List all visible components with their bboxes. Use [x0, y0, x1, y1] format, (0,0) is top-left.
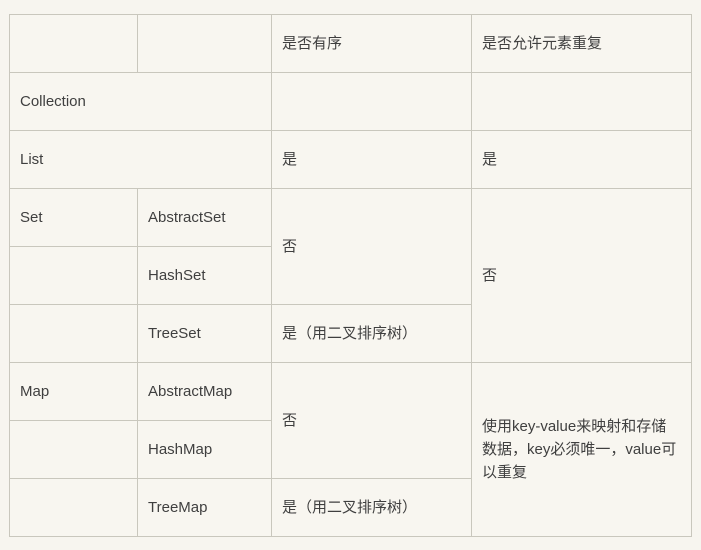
table-row-collection: Collection	[9, 72, 692, 131]
cell-duplicates-map-group: 使用key-value来映射和存储数据，key必须唯一，value可以重复	[471, 362, 692, 537]
cell-ordered-collection	[271, 72, 472, 131]
cell-type-collection: Collection	[9, 72, 272, 131]
cell-ordered-map-group: 否	[271, 362, 472, 479]
cell-impl-hashmap: HashMap	[137, 420, 272, 479]
table-row-abstractmap: Map AbstractMap 否 使用key-value来映射和存储数据，ke…	[9, 362, 692, 537]
cell-impl-hashset: HashSet	[137, 246, 272, 305]
cell-ordered-list: 是	[271, 130, 472, 189]
cell-type-map-blank-hashmap	[9, 420, 138, 479]
table-row-abstractset: Set AbstractSet 否 否	[9, 188, 692, 363]
comparison-table-container: 是否有序 是否允许元素重复 Collection List 是 是 Set Ab…	[9, 14, 692, 537]
cell-ordered-set-group: 否	[271, 188, 472, 305]
cell-impl-abstractmap: AbstractMap	[137, 362, 272, 421]
header-cell-ordered: 是否有序	[271, 14, 472, 73]
cell-impl-treeset: TreeSet	[137, 304, 272, 363]
table-row-list: List 是 是	[9, 130, 692, 189]
cell-type-set: Set	[9, 188, 138, 247]
cell-duplicates-list: 是	[471, 130, 692, 189]
header-cell-duplicates: 是否允许元素重复	[471, 14, 692, 73]
cell-ordered-treemap: 是（用二叉排序树）	[271, 478, 472, 537]
cell-duplicates-set-group: 否	[471, 188, 692, 363]
cell-type-map: Map	[9, 362, 138, 421]
cell-duplicates-collection	[471, 72, 692, 131]
cell-type-set-blank-treeset	[9, 304, 138, 363]
header-cell-blank-1	[9, 14, 138, 73]
cell-impl-abstractset: AbstractSet	[137, 188, 272, 247]
table-header-row: 是否有序 是否允许元素重复	[9, 14, 692, 73]
cell-type-map-blank-treemap	[9, 478, 138, 537]
header-cell-blank-2	[137, 14, 272, 73]
java-collection-comparison-table: 是否有序 是否允许元素重复 Collection List 是 是 Set Ab…	[9, 14, 692, 537]
cell-type-list: List	[9, 130, 272, 189]
cell-impl-treemap: TreeMap	[137, 478, 272, 537]
cell-ordered-treeset: 是（用二叉排序树）	[271, 304, 472, 363]
cell-type-set-blank-hashset	[9, 246, 138, 305]
